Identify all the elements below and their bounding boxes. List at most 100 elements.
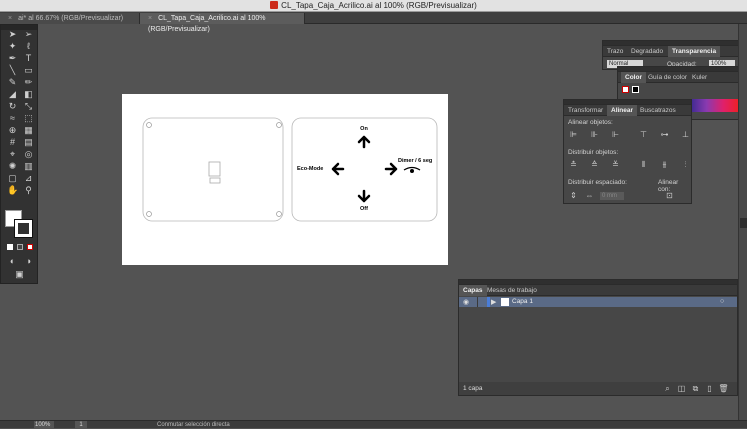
- artboard-tool-icon[interactable]: ▢: [7, 173, 18, 184]
- lasso-tool-icon[interactable]: ℓ: [23, 41, 34, 52]
- rotate-tool-icon[interactable]: ↻: [7, 101, 18, 112]
- tab-kuler[interactable]: Kuler: [688, 72, 711, 83]
- locate-object-icon[interactable]: ⌕: [662, 383, 673, 394]
- distribute-hspace-icon[interactable]: ⇔: [584, 190, 595, 201]
- color-fill-swatch[interactable]: [622, 86, 629, 93]
- gradient-tool-icon[interactable]: ▤: [23, 137, 34, 148]
- dimmer-label: Dimer / 6 seg: [398, 158, 433, 164]
- symbol-sprayer-tool-icon[interactable]: ✺: [7, 161, 18, 172]
- eye-icon[interactable]: ◉: [463, 298, 469, 306]
- close-icon[interactable]: ×: [148, 15, 152, 22]
- new-layer-icon[interactable]: ▯: [704, 383, 715, 394]
- expand-triangle-icon[interactable]: ▶: [491, 298, 496, 306]
- line-tool-icon[interactable]: ╲: [7, 65, 18, 76]
- target-icon[interactable]: ○: [720, 298, 724, 305]
- scale-tool-icon[interactable]: ⤡: [23, 101, 34, 112]
- rectangle-tool-icon[interactable]: ▭: [23, 65, 34, 76]
- layer-row[interactable]: ◉ ▶ Capa 1 ○: [459, 297, 737, 307]
- column-graph-tool-icon[interactable]: ▥: [23, 161, 34, 172]
- warp-tool-icon[interactable]: ≈: [7, 113, 18, 124]
- none-mode-icon[interactable]: [27, 244, 33, 250]
- eraser-tool-icon[interactable]: ◧: [23, 89, 34, 100]
- free-transform-tool-icon[interactable]: ⬚: [23, 113, 34, 124]
- tab-alinear[interactable]: Alinear: [607, 105, 638, 116]
- down-arrow-icon: [357, 189, 371, 203]
- distribute-vcenter-icon[interactable]: ≙: [589, 159, 600, 170]
- divider: [477, 297, 478, 307]
- gradient-mode-icon[interactable]: [17, 244, 23, 250]
- eye-pupil-icon: [410, 169, 414, 173]
- distribute-right-icon[interactable]: ⫶: [680, 159, 691, 170]
- tab-transparencia[interactable]: Transparencia: [668, 46, 721, 57]
- tab-guia-de-color[interactable]: Guía de color: [644, 72, 691, 83]
- align-bottom-icon[interactable]: ⊥: [680, 129, 691, 140]
- type-tool-icon[interactable]: T: [23, 53, 34, 64]
- magic-wand-tool-icon[interactable]: ✦: [7, 41, 18, 52]
- distribute-left-icon[interactable]: ⫴: [638, 159, 649, 170]
- pencil-tool-icon[interactable]: ✏: [23, 77, 34, 88]
- eco-mode-label: Eco-Mode: [297, 166, 324, 172]
- close-icon[interactable]: ×: [8, 15, 12, 22]
- color-stroke-swatch[interactable]: [632, 86, 639, 93]
- illustrator-icon: [270, 1, 279, 9]
- stroke-swatch[interactable]: [14, 219, 33, 238]
- layer-name[interactable]: Capa 1: [512, 298, 533, 305]
- blend-tool-icon[interactable]: ◎: [23, 149, 34, 160]
- vertical-scrollbar[interactable]: [738, 24, 747, 420]
- tab-degradado[interactable]: Degradado: [627, 46, 667, 57]
- perspective-grid-tool-icon[interactable]: ▦: [23, 125, 34, 136]
- align-top-icon[interactable]: ⊤: [638, 129, 649, 140]
- distribute-vspace-icon[interactable]: ⇕: [568, 190, 579, 201]
- align-panel-tabs: Transformar Alinear Buscatrazos: [564, 105, 691, 116]
- new-sublayer-icon[interactable]: ⧉: [690, 383, 701, 394]
- direct-selection-tool-icon[interactable]: ➢: [23, 29, 34, 40]
- shape-builder-tool-icon[interactable]: ⊕: [7, 125, 18, 136]
- tab-buscatrazos[interactable]: Buscatrazos: [636, 105, 680, 116]
- spacing-field[interactable]: 0 mm: [600, 192, 624, 200]
- document-tab-1[interactable]: × ai* al 66.67% (RGB/Previsualizar): [0, 13, 140, 24]
- on-label: On: [360, 126, 368, 132]
- distribute-top-icon[interactable]: ≛: [568, 159, 579, 170]
- blob-brush-tool-icon[interactable]: ◢: [7, 89, 18, 100]
- layer-color-icon: [487, 297, 490, 307]
- align-left-icon[interactable]: ⊫: [568, 129, 579, 140]
- clipping-mask-icon[interactable]: ◫: [676, 383, 687, 394]
- selection-tool-icon[interactable]: ➤: [7, 29, 18, 40]
- align-to-selection-icon[interactable]: ⊡: [664, 190, 675, 201]
- document-tab-2[interactable]: × CL_Tapa_Caja_Acrilico.ai al 100% (RGB/P…: [140, 13, 305, 33]
- document-tab-label: ai* al 66.67% (RGB/Previsualizar): [18, 15, 124, 22]
- tab-transformar[interactable]: Transformar: [564, 105, 607, 116]
- align-horizontal-center-icon[interactable]: ⊪: [589, 129, 600, 140]
- layer-count: 1 capa: [463, 385, 483, 392]
- scroll-thumb[interactable]: [740, 218, 747, 228]
- document-tab-bar: × ai* al 66.67% (RGB/Previsualizar) × CL_T…: [0, 12, 747, 33]
- up-arrow-icon: [357, 135, 371, 149]
- tab-color[interactable]: Color: [621, 72, 646, 83]
- align-vertical-center-icon[interactable]: ⊶: [659, 129, 670, 140]
- align-right-icon[interactable]: ⊩: [610, 129, 621, 140]
- screen-mode-icon[interactable]: ▣: [14, 269, 25, 280]
- mesh-tool-icon[interactable]: #: [7, 137, 18, 148]
- eyedropper-tool-icon[interactable]: ⌖: [7, 149, 18, 160]
- artwork: [142, 117, 438, 222]
- tab-mesas-de-trabajo[interactable]: Mesas de trabajo: [483, 285, 541, 296]
- draw-mode-icon[interactable]: ◐: [7, 256, 18, 267]
- paintbrush-tool-icon[interactable]: ✎: [7, 77, 18, 88]
- tab-trazo[interactable]: Trazo: [603, 46, 627, 57]
- layers-panel-tabs: Capas Mesas de trabajo: [459, 285, 737, 296]
- tools-panel: ➤ ➢ ✦ ℓ ✒ T ╲ ▭ ✎ ✏ ◢ ◧ ↻ ⤡ ≈ ⬚ ⊕ ▦ # ▤ …: [0, 24, 38, 284]
- color-mode-icon[interactable]: [7, 244, 13, 250]
- color-panel-tabs: Color Guía de color Kuler: [618, 72, 742, 83]
- screw-hole: [146, 211, 152, 217]
- zoom-tool-icon[interactable]: ⚲: [23, 185, 34, 196]
- distribute-bottom-icon[interactable]: ≚: [610, 159, 621, 170]
- draw-behind-icon[interactable]: ◑: [23, 256, 34, 267]
- delete-layer-icon[interactable]: 🗑: [718, 383, 729, 394]
- pen-tool-icon[interactable]: ✒: [7, 53, 18, 64]
- hand-tool-icon[interactable]: ✋: [7, 185, 18, 196]
- led-cutout: [209, 177, 221, 184]
- distribute-hcenter-icon[interactable]: ⫵: [659, 159, 670, 170]
- color-spectrum[interactable]: [690, 99, 740, 112]
- slice-tool-icon[interactable]: ⊿: [23, 173, 34, 184]
- artboard[interactable]: On Eco-Mode Dimer / 6 seg Off: [122, 94, 448, 265]
